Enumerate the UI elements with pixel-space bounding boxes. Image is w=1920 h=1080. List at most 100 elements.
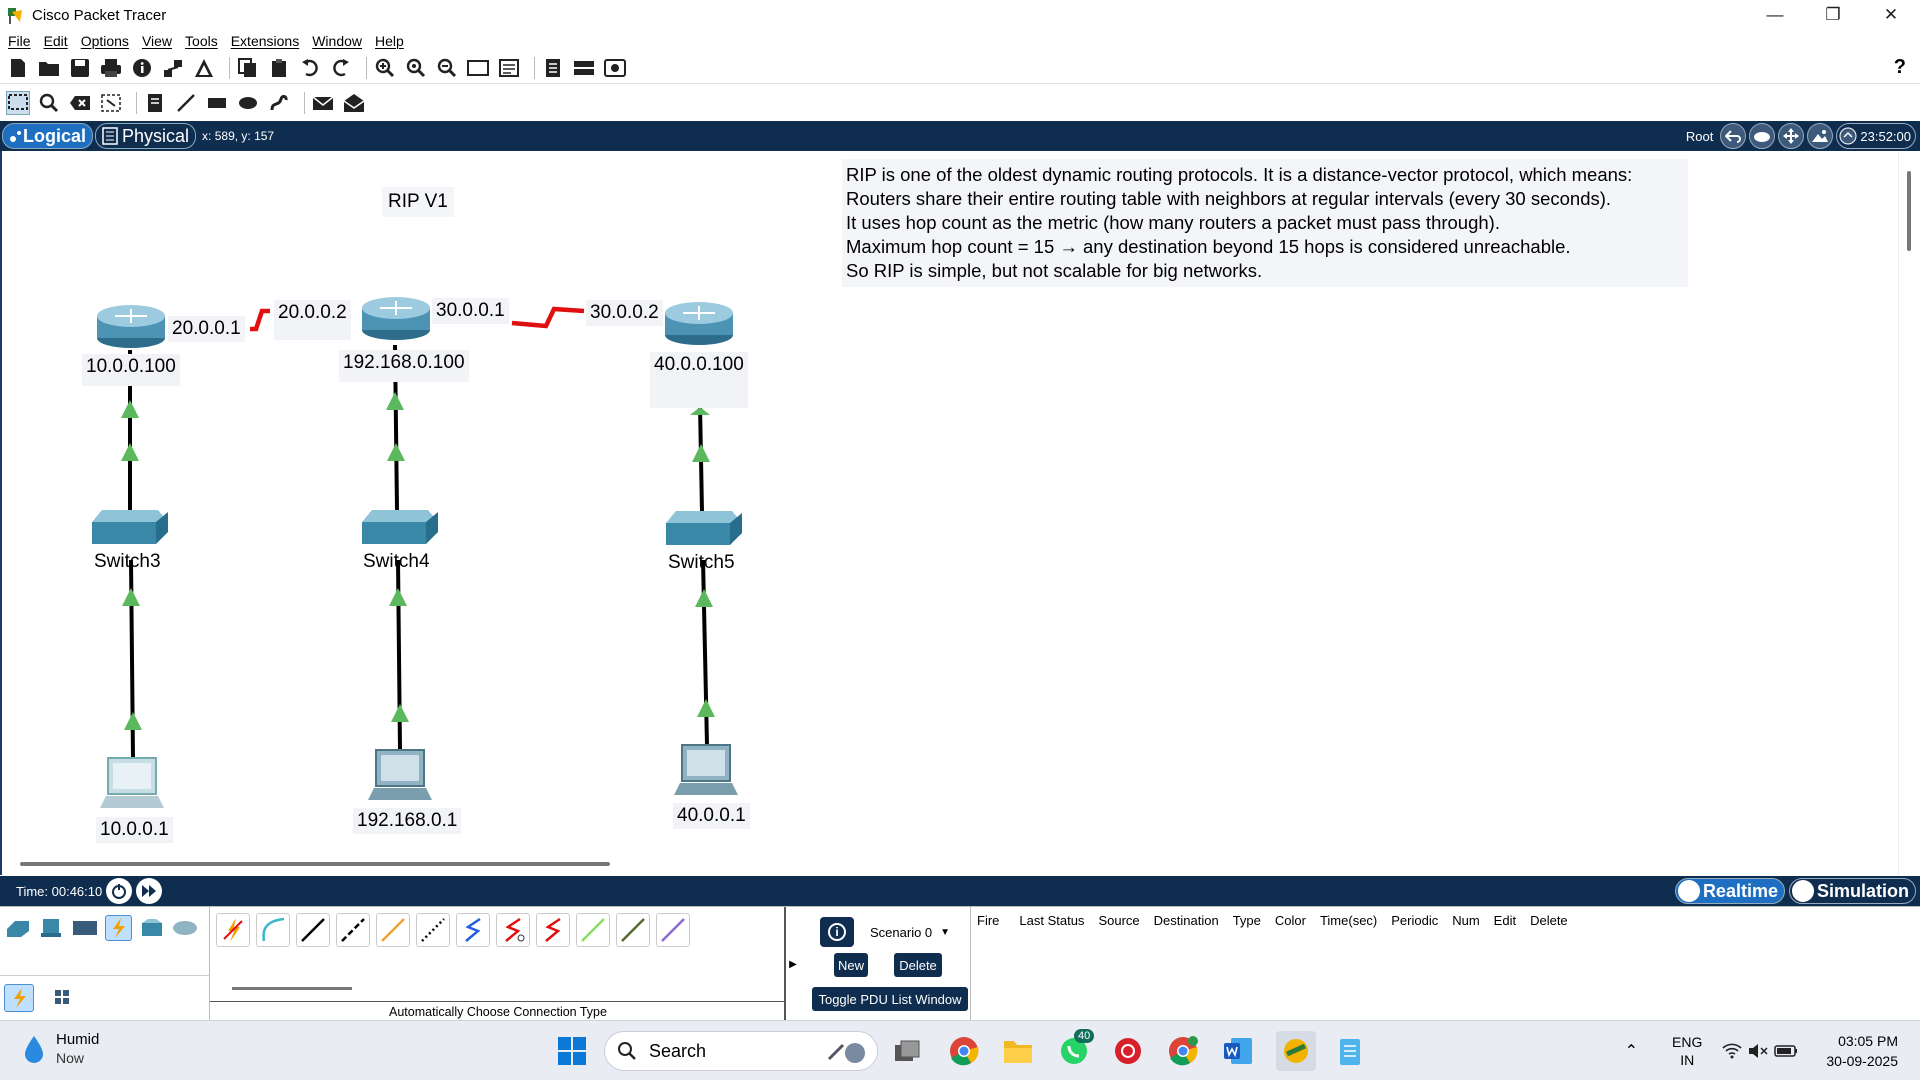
switch-icon[interactable] (92, 510, 168, 544)
end-devices-icon[interactable] (38, 915, 66, 941)
link-up-arrow (124, 712, 142, 730)
ip-label-r3-serial: 30.0.0.2 (586, 300, 663, 326)
taskbar-clock[interactable]: 03:05 PM 30-09-2025 (1826, 1031, 1898, 1071)
chevron-up-icon[interactable]: ⌃ (1625, 1041, 1638, 1061)
pc-icon[interactable] (674, 744, 738, 795)
packet-tracer-taskbar-icon[interactable] (1276, 1031, 1316, 1071)
whatsapp-badge: 40 (1074, 1029, 1095, 1043)
link-sw5-pc3 (701, 559, 709, 746)
simulation-time: Time: 00:46:10 (16, 883, 103, 899)
router-icon[interactable] (362, 297, 430, 340)
link-up-arrow (391, 704, 409, 722)
realtime-mode-button[interactable]: Realtime (1674, 878, 1785, 904)
connection-subtype-icon[interactable] (4, 984, 34, 1012)
scenario-panel: i Scenario 0 ▼ New Delete Toggle PDU Lis… (808, 907, 970, 1021)
note-title[interactable]: RIP V1 (382, 187, 454, 217)
col-edit[interactable]: Edit (1494, 913, 1516, 928)
weather-widget[interactable]: Humid Now (22, 1031, 99, 1066)
link-up-arrow (387, 443, 405, 461)
switch-icon[interactable] (666, 511, 742, 545)
weather-sub: Now (56, 1050, 85, 1066)
scenario-select[interactable]: Scenario 0 ▼ (864, 921, 958, 943)
col-destination[interactable]: Destination (1154, 913, 1219, 928)
col-fire[interactable]: Fire (977, 913, 999, 928)
security-app-icon[interactable] (1112, 1035, 1144, 1067)
device-type-selector (0, 907, 210, 1021)
router-icon[interactable] (97, 305, 165, 348)
scenario-info-icon[interactable]: i (820, 917, 854, 947)
network-devices-icon[interactable] (4, 915, 32, 941)
new-scenario-button[interactable]: New (834, 953, 868, 977)
switch-label: Switch4 (363, 551, 430, 572)
power-cycle-icon[interactable] (106, 878, 133, 904)
chrome-icon[interactable] (948, 1035, 980, 1067)
vertical-scrollbar[interactable] (1898, 151, 1918, 875)
clock-icon (1677, 880, 1700, 902)
simulation-mode-button[interactable]: Simulation (1788, 878, 1916, 904)
word-icon[interactable] (1222, 1035, 1254, 1067)
weather-title: Humid (56, 1031, 100, 1048)
coaxial-icon[interactable] (456, 913, 490, 947)
notepad-icon[interactable] (1334, 1035, 1366, 1067)
ip-label-r2-serial-right: 30.0.0.1 (432, 298, 509, 324)
note-description[interactable]: RIP is one of the oldest dynamic routing… (842, 159, 1688, 287)
link-up-arrow (690, 407, 710, 415)
col-time[interactable]: Time(sec) (1320, 913, 1377, 928)
clock-time: 03:05 PM (1838, 1033, 1898, 1049)
link-up-arrow (695, 589, 713, 607)
col-delete[interactable]: Delete (1530, 913, 1568, 928)
router-icon[interactable] (665, 302, 733, 345)
col-num[interactable]: Num (1452, 913, 1479, 928)
input-language[interactable]: ENG IN (1672, 1033, 1702, 1069)
copper-cross-icon[interactable] (336, 913, 370, 947)
miscellaneous-icon[interactable] (138, 915, 166, 941)
switch-icon[interactable] (362, 510, 438, 544)
search-highlight-icon (827, 1043, 865, 1063)
panel-expand-icon[interactable]: ▶ (786, 907, 800, 1021)
toggle-pdu-list-button[interactable]: Toggle PDU List Window (812, 987, 968, 1011)
whatsapp-icon[interactable]: 40 (1058, 1029, 1095, 1067)
octal-cable-icon[interactable] (576, 913, 610, 947)
switch-label: Switch3 (94, 551, 161, 572)
battery-icon[interactable] (1774, 1044, 1798, 1058)
chrome-profile-icon[interactable] (1168, 1035, 1200, 1067)
col-source[interactable]: Source (1098, 913, 1139, 928)
bottom-panel: Automatically Choose Connection Type ▶ i… (0, 906, 1920, 1021)
ip-label-r2-lan: 192.168.0.100 (339, 350, 469, 382)
lang-primary: ENG (1672, 1034, 1703, 1050)
col-last-status[interactable]: Last Status (1019, 913, 1084, 928)
col-periodic[interactable]: Periodic (1391, 913, 1438, 928)
col-type[interactable]: Type (1233, 913, 1261, 928)
pc-icon[interactable] (100, 757, 164, 808)
fast-forward-icon[interactable] (136, 878, 163, 904)
connections-icon[interactable] (104, 915, 133, 941)
wifi-icon[interactable] (1722, 1043, 1742, 1059)
auto-connection-icon[interactable] (216, 913, 250, 947)
horizontal-scrollbar[interactable] (20, 862, 610, 866)
start-icon[interactable] (556, 1035, 588, 1067)
delete-scenario-button[interactable]: Delete (894, 953, 942, 977)
grid-icon[interactable] (48, 984, 76, 1010)
search-label: Search (649, 1040, 707, 1061)
ip-label-pc1: 10.0.0.1 (96, 817, 173, 843)
taskbar-search[interactable]: Search (604, 1031, 878, 1071)
connection-scrollbar[interactable] (232, 987, 352, 990)
iot-custom-cable-icon[interactable] (616, 913, 650, 947)
console-cable-icon[interactable] (256, 913, 290, 947)
file-explorer-icon[interactable] (1002, 1035, 1034, 1067)
scenario-value: Scenario 0 (870, 924, 933, 940)
phone-cable-icon[interactable] (416, 913, 450, 947)
realtime-label: Realtime (1702, 880, 1778, 901)
serial-dte-icon[interactable] (536, 913, 570, 947)
copper-straight-icon[interactable] (296, 913, 330, 947)
fiber-icon[interactable] (376, 913, 410, 947)
usb-cable-icon[interactable] (656, 913, 690, 947)
col-color[interactable]: Color (1275, 913, 1306, 928)
mute-icon[interactable] (1748, 1043, 1768, 1059)
pc-icon[interactable] (368, 749, 432, 800)
multiuser-icon[interactable] (172, 915, 200, 941)
components-icon[interactable] (71, 915, 99, 941)
task-view-icon[interactable] (892, 1035, 924, 1067)
ip-label-r1-lan: 10.0.0.100 (82, 354, 180, 386)
serial-dce-icon[interactable] (496, 913, 530, 947)
